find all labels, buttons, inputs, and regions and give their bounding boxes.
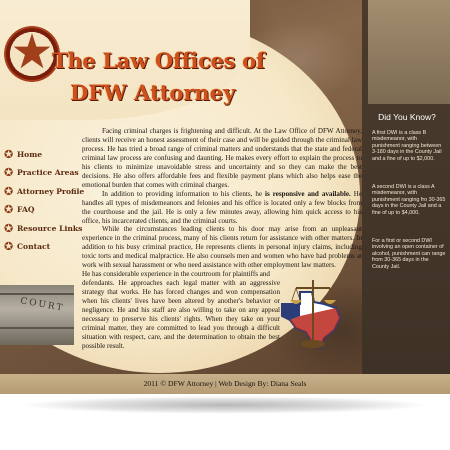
nav-item-faq[interactable]: ✪ FAQ — [4, 201, 84, 220]
p2-text-before: In addition to providing information to … — [102, 189, 266, 198]
logo-title-line1[interactable]: The Law Offices of — [52, 48, 265, 73]
sidebar-title: Did You Know? — [378, 112, 436, 122]
content-paragraph-4: defendants. He approaches each legal mat… — [82, 279, 280, 350]
sidebar-header-panel — [368, 0, 450, 104]
main-nav: ✪ Home ✪ Practice Areas ✪ Attorney Profile … — [4, 145, 84, 256]
sidebar-fact-2: A second DWI is a class A misdemeanor, w… — [372, 184, 446, 216]
logo-star-icon: ★ — [10, 24, 54, 80]
nav-item-contact[interactable]: ✪ Contact — [4, 238, 84, 257]
page: ★ The Law Offices of DFW Attorney ✪ Home … — [0, 0, 450, 450]
sidebar-fact-3: For a first or second DWI involving an o… — [372, 238, 446, 270]
column-line — [0, 293, 74, 295]
texas-scales-icon — [281, 280, 342, 350]
column-line — [0, 327, 74, 329]
page-shadow — [20, 396, 430, 414]
nav-item-label: Attorney Profile — [17, 186, 85, 196]
nav-item-label: Contact — [17, 242, 51, 252]
nav-item-label: Practice Areas — [17, 168, 79, 178]
star-bullet-icon: ✪ — [4, 240, 14, 254]
star-bullet-icon: ✪ — [4, 203, 14, 217]
nav-item-label: FAQ — [17, 205, 35, 215]
content-paragraph-3: While the circumstances leading clients … — [82, 225, 362, 270]
nav-item-resource-links[interactable]: ✪ Resource Links — [4, 219, 84, 238]
sidebar-fact-1: A first DWI is a class B misdemeanor, wi… — [372, 130, 442, 162]
nav-item-practice-areas[interactable]: ✪ Practice Areas — [4, 164, 84, 183]
nav-item-attorney-profile[interactable]: ✪ Attorney Profile — [4, 182, 84, 201]
nav-item-label: Home — [17, 149, 43, 159]
p2-bold-text: is responsive and available. — [265, 189, 351, 198]
logo-title-line2[interactable]: DFW Attorney — [70, 80, 235, 105]
nav-item-label: Resource Links — [17, 223, 83, 233]
nav-item-home[interactable]: ✪ Home — [4, 145, 84, 164]
star-bullet-icon: ✪ — [4, 166, 14, 180]
star-bullet-icon: ✪ — [4, 184, 14, 198]
star-bullet-icon: ✪ — [4, 147, 14, 161]
footer-text: 2011 © DFW Attorney | Web Design By: Dia… — [143, 379, 307, 388]
courthouse-image — [0, 285, 74, 345]
content-paragraph-1: Facing criminal charges is frightening a… — [82, 127, 362, 189]
star-bullet-icon: ✪ — [4, 221, 14, 235]
content-paragraph-2: In addition to providing information to … — [82, 190, 362, 226]
